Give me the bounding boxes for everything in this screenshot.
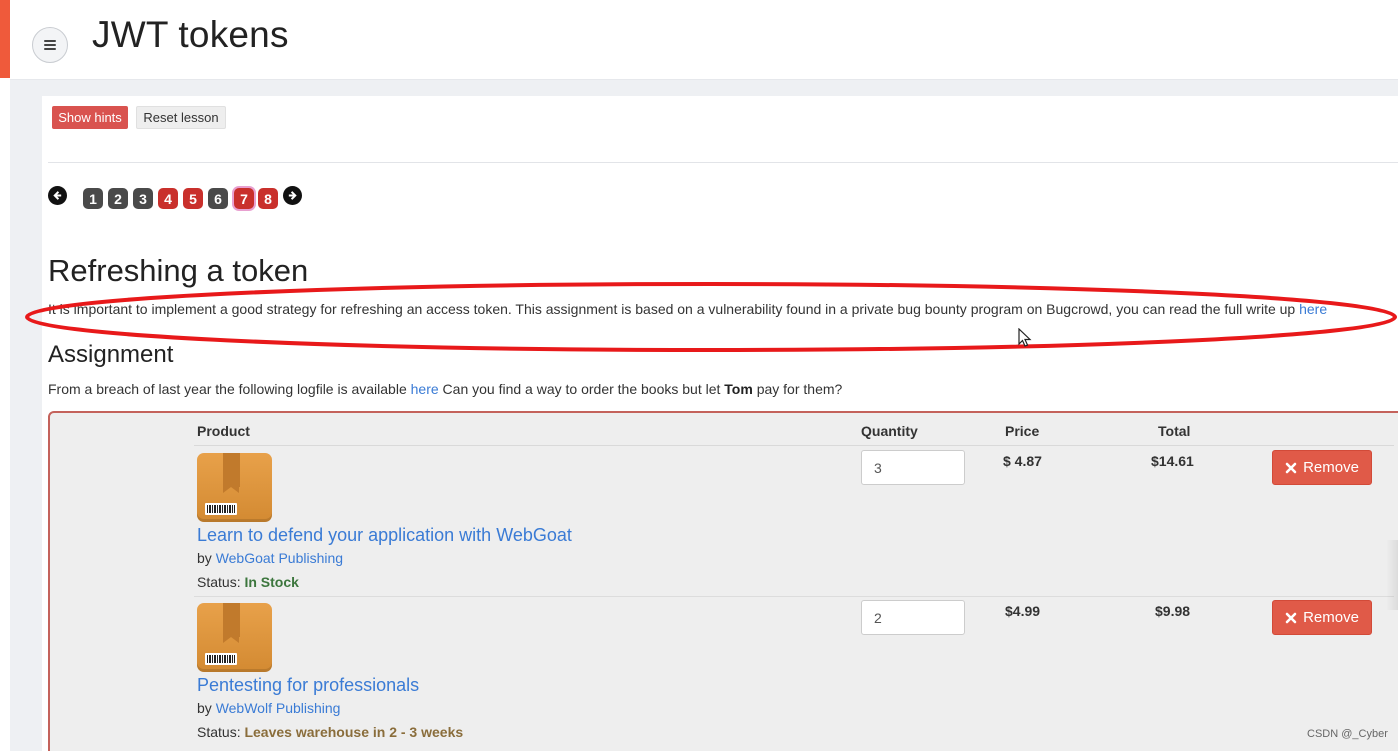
intro-paragraph: It is important to implement a good stra… — [48, 301, 1398, 317]
section-title: Refreshing a token — [48, 253, 309, 288]
assignment-text-middle: Can you find a way to order the books bu… — [438, 381, 725, 397]
column-header-quantity: Quantity — [861, 423, 918, 439]
status-label: Status: — [197, 574, 245, 590]
status-label: Status: — [197, 724, 245, 740]
assignment-text-before: From a breach of last year the following… — [48, 381, 411, 397]
by-label: by — [197, 700, 216, 716]
mouse-cursor-icon — [1018, 328, 1032, 347]
page-link-3[interactable]: 3 — [133, 188, 153, 209]
remove-item-button[interactable]: Remove — [1272, 600, 1372, 635]
by-label: by — [197, 550, 216, 566]
page-link-1[interactable]: 1 — [83, 188, 103, 209]
page-link-8[interactable]: 8 — [258, 188, 278, 209]
page-link-4[interactable]: 4 — [158, 188, 178, 209]
remove-item-button[interactable]: Remove — [1272, 450, 1372, 485]
close-icon — [1285, 612, 1297, 623]
product-publisher: by WebGoat Publishing — [197, 550, 343, 566]
product-status: Status: In Stock — [197, 574, 299, 590]
writeup-link[interactable]: here — [1299, 301, 1327, 317]
column-header-total: Total — [1158, 423, 1191, 439]
publisher-link[interactable]: WebGoat Publishing — [216, 550, 343, 566]
quantity-input[interactable] — [861, 450, 965, 485]
item-price: $ 4.87 — [1003, 453, 1042, 469]
item-price: $4.99 — [1005, 603, 1041, 619]
sidebar-edge — [0, 0, 10, 78]
page-header: JWT tokens — [10, 0, 1398, 80]
page-link-2[interactable]: 2 — [108, 188, 128, 209]
page-link-7[interactable]: 7 — [234, 188, 254, 209]
table-header-divider — [194, 445, 1394, 446]
assignment-bold-name: Tom — [724, 381, 753, 397]
table-row-divider — [194, 596, 1394, 597]
product-publisher: by WebWolf Publishing — [197, 700, 340, 716]
product-box-icon — [197, 453, 272, 522]
publisher-link[interactable]: WebWolf Publishing — [216, 700, 341, 716]
status-value: Leaves warehouse in 2 - 3 weeks — [244, 724, 464, 740]
arrow-left-icon — [53, 191, 62, 200]
toolbar-divider — [48, 162, 1398, 163]
reset-lesson-button[interactable]: Reset lesson — [136, 106, 226, 129]
show-hints-button[interactable]: Show hints — [52, 106, 128, 129]
hamburger-icon — [44, 40, 56, 50]
remove-label: Remove — [1303, 609, 1359, 626]
scroll-shadow — [1386, 540, 1398, 610]
item-total: $14.61 — [1151, 453, 1194, 469]
column-header-price: Price — [1005, 423, 1040, 439]
intro-text: It is important to implement a good stra… — [48, 301, 1300, 317]
quantity-input[interactable] — [861, 600, 965, 635]
item-total: $9.98 — [1155, 603, 1191, 619]
column-header-product: Product — [197, 423, 250, 439]
close-icon — [1285, 462, 1297, 473]
product-status: Status: Leaves warehouse in 2 - 3 weeks — [197, 724, 463, 740]
page-link-5[interactable]: 5 — [183, 188, 203, 209]
barcode-icon — [205, 503, 237, 515]
status-value: In Stock — [244, 574, 299, 590]
product-link[interactable]: Pentesting for professionals — [197, 675, 419, 696]
product-link[interactable]: Learn to defend your application with We… — [197, 525, 572, 546]
barcode-icon — [205, 653, 237, 665]
watermark: CSDN @_Cyber — [1307, 728, 1388, 740]
logfile-link[interactable]: here — [411, 381, 439, 397]
sidebar-edge-lower — [0, 78, 10, 751]
remove-label: Remove — [1303, 459, 1359, 476]
arrow-right-icon — [288, 191, 297, 200]
page-link-6[interactable]: 6 — [208, 188, 228, 209]
product-box-icon — [197, 603, 272, 672]
assignment-text: From a breach of last year the following… — [48, 381, 842, 397]
assignment-title: Assignment — [48, 341, 174, 368]
menu-toggle-button[interactable] — [32, 27, 68, 63]
page-title: JWT tokens — [92, 14, 289, 55]
prev-page-button[interactable] — [48, 186, 67, 205]
next-page-button[interactable] — [283, 186, 302, 205]
assignment-text-after: pay for them? — [752, 381, 843, 397]
